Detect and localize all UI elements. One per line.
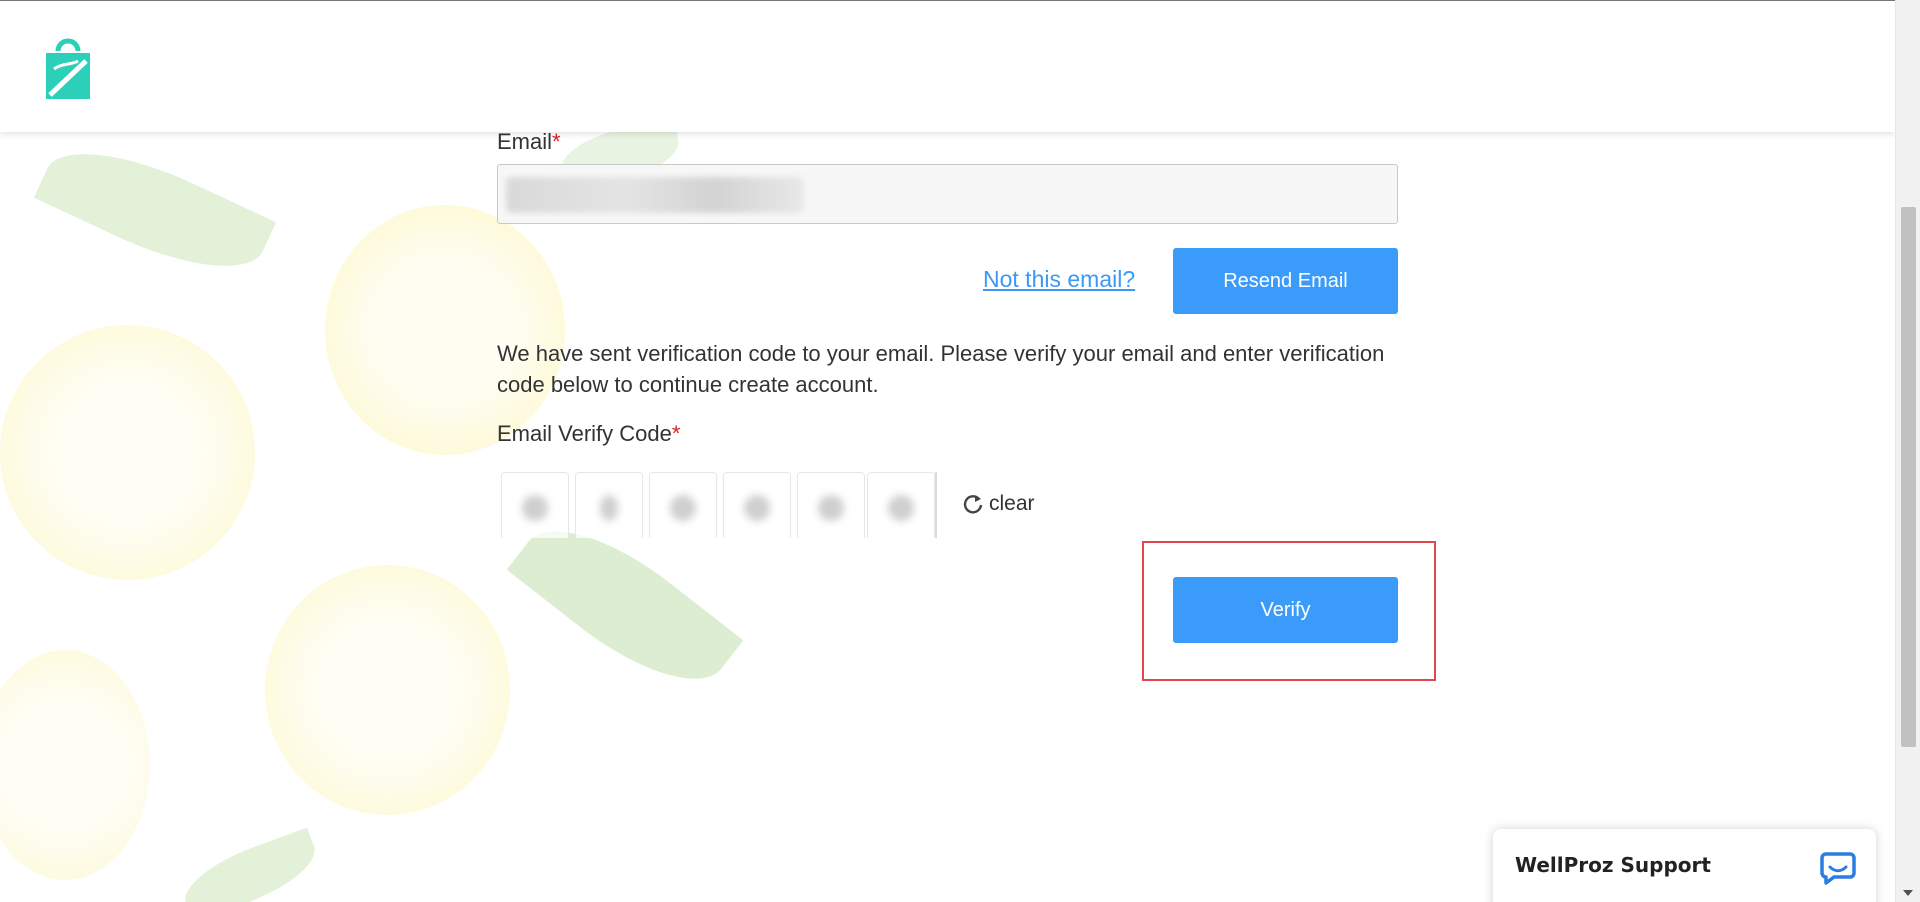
verification-message: We have sent verification code to your e… [497, 341, 1385, 397]
top-header [0, 0, 1895, 132]
scrollbar-thumb[interactable] [1901, 207, 1916, 747]
support-title: WellProz Support [1515, 853, 1711, 877]
code-digit-input[interactable] [575, 472, 643, 538]
code-digit-input[interactable] [501, 472, 569, 538]
verify-button[interactable]: Verify [1173, 577, 1398, 643]
page-scrollbar[interactable] [1895, 0, 1920, 902]
code-divider [935, 472, 937, 538]
code-digit-input[interactable] [649, 472, 717, 538]
refresh-icon [963, 495, 983, 514]
scroll-down-arrow-icon[interactable] [1903, 890, 1913, 896]
required-mark: * [671, 421, 681, 446]
resend-email-button[interactable]: Resend Email [1173, 248, 1398, 314]
clear-button[interactable]: clear [962, 492, 1035, 516]
not-this-email-link[interactable]: Not this email? [983, 266, 1135, 293]
clear-label: clear [989, 492, 1035, 515]
code-digit-input[interactable] [867, 472, 935, 538]
required-mark: * [552, 129, 561, 154]
email-field[interactable] [497, 164, 1398, 224]
email-value-redacted [506, 177, 804, 213]
code-label: Email Verify Code* [497, 421, 681, 446]
wellproz-logo-icon[interactable] [44, 35, 92, 101]
code-digit-input[interactable] [723, 472, 791, 538]
support-chat-widget[interactable]: WellProz Support [1493, 829, 1876, 902]
chat-bubble-icon[interactable] [1820, 851, 1856, 885]
code-input-row: clear [497, 472, 1398, 538]
code-digit-input[interactable] [797, 472, 865, 538]
